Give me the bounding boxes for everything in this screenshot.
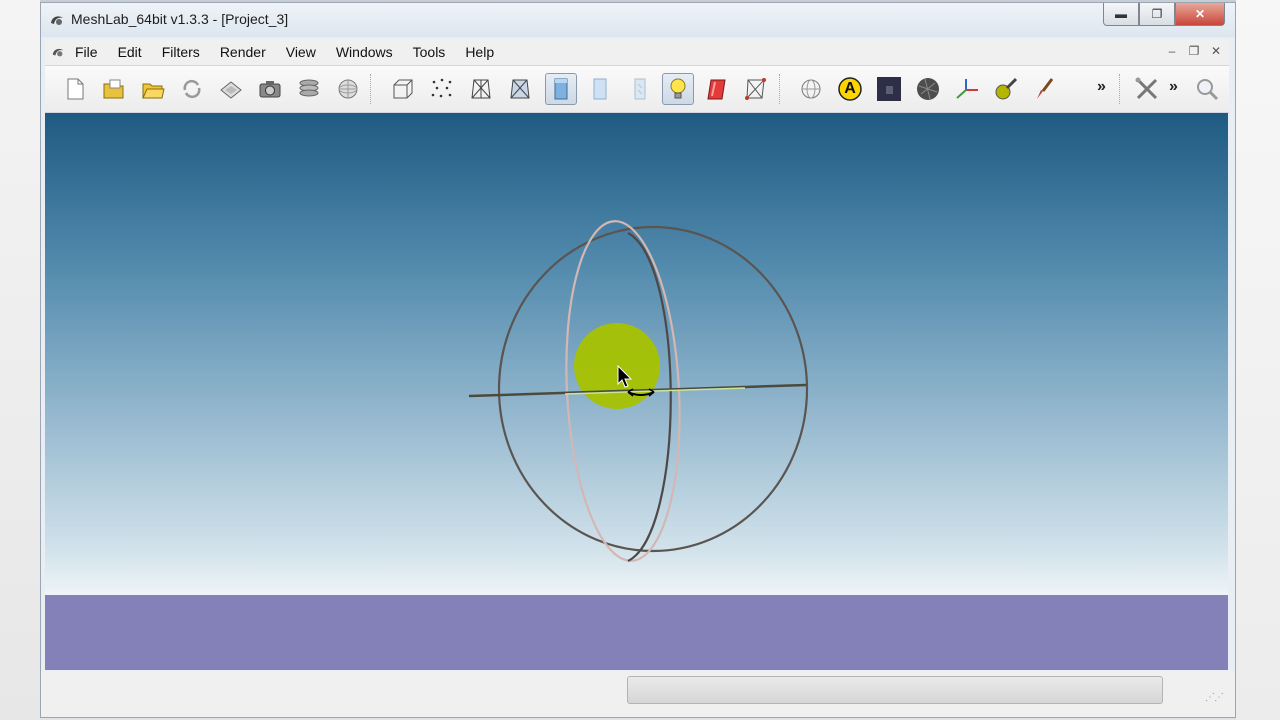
search-icon bbox=[1197, 79, 1219, 101]
window-controls: ▬ ❐ ✕ bbox=[1103, 3, 1225, 26]
meshlab-window: MeshLab_64bit v1.3.3 - [Project_3] ▬ ❐ ✕… bbox=[40, 2, 1236, 718]
minimize-button[interactable]: ▬ bbox=[1103, 3, 1139, 26]
open-mesh-button[interactable] bbox=[98, 73, 130, 105]
main-toolbar: A » » bbox=[45, 66, 1229, 113]
document-window-controls: – ❐ ✕ bbox=[1163, 42, 1225, 60]
title-bar[interactable]: MeshLab_64bit v1.3.3 - [Project_3] ▬ ❐ ✕ bbox=[41, 3, 1235, 37]
sphere-grid-icon bbox=[338, 79, 358, 99]
dark-image-button[interactable] bbox=[873, 73, 905, 105]
doc-close-button[interactable]: ✕ bbox=[1207, 42, 1225, 60]
texture-button[interactable] bbox=[623, 73, 655, 105]
layers-icon bbox=[299, 79, 319, 97]
axis-button[interactable] bbox=[951, 73, 983, 105]
sphere-grid-button[interactable] bbox=[332, 73, 364, 105]
color-button[interactable] bbox=[701, 73, 733, 105]
points-button[interactable] bbox=[426, 73, 458, 105]
resize-grip-icon[interactable]: ⋰⋰ bbox=[1205, 692, 1224, 703]
trackball-gizmo[interactable] bbox=[45, 113, 1228, 595]
reload-button[interactable] bbox=[176, 73, 208, 105]
window-title: MeshLab_64bit v1.3.3 - [Project_3] bbox=[71, 11, 289, 27]
menu-tools[interactable]: Tools bbox=[403, 39, 456, 65]
textured-sphere-icon bbox=[917, 78, 939, 100]
toolbar-overflow-button-2[interactable]: » bbox=[1169, 78, 1178, 96]
trackball-icon bbox=[801, 79, 821, 99]
vertex-select-button[interactable] bbox=[740, 73, 772, 105]
export-icon bbox=[220, 81, 242, 99]
desktop-background-right bbox=[1236, 0, 1280, 720]
smooth-shading-button[interactable] bbox=[584, 73, 616, 105]
snapshot-button[interactable] bbox=[254, 73, 286, 105]
progress-bar bbox=[627, 676, 1163, 704]
close-button[interactable]: ✕ bbox=[1175, 3, 1225, 26]
paint-button[interactable] bbox=[990, 73, 1022, 105]
trackball-center bbox=[574, 323, 660, 409]
textured-sphere-button[interactable] bbox=[912, 73, 944, 105]
menu-windows[interactable]: Windows bbox=[326, 39, 403, 65]
search-button[interactable] bbox=[1191, 73, 1223, 105]
paint-icon bbox=[995, 77, 1018, 100]
wireframe-button[interactable] bbox=[465, 73, 497, 105]
maximize-button[interactable]: ❐ bbox=[1139, 3, 1175, 26]
desktop-background-left bbox=[0, 0, 40, 720]
light-button[interactable] bbox=[662, 73, 694, 105]
light-icon bbox=[670, 78, 686, 99]
texture-icon bbox=[634, 78, 646, 100]
menu-help[interactable]: Help bbox=[455, 39, 504, 65]
new-project-button[interactable] bbox=[59, 73, 91, 105]
trackball-button[interactable] bbox=[795, 73, 827, 105]
open-folder-icon bbox=[142, 83, 165, 99]
dark-image-icon bbox=[877, 77, 901, 101]
hidden-lines-icon bbox=[510, 79, 530, 99]
viewport-floor-band bbox=[45, 595, 1228, 670]
menu-filters[interactable]: Filters bbox=[152, 39, 210, 65]
reload-icon bbox=[183, 79, 201, 99]
annotation-button[interactable]: A bbox=[834, 73, 866, 105]
snapshot-icon bbox=[259, 81, 281, 98]
points-icon bbox=[431, 78, 452, 98]
3d-viewport[interactable] bbox=[45, 113, 1228, 595]
doc-restore-button[interactable]: ❐ bbox=[1185, 42, 1203, 60]
vertex-select-icon bbox=[745, 78, 766, 100]
menu-render[interactable]: Render bbox=[210, 39, 276, 65]
meshlab-app-icon bbox=[51, 16, 63, 25]
status-bar: ⋰⋰ bbox=[41, 671, 1235, 717]
tools-icon bbox=[1135, 77, 1158, 100]
open-mesh-icon bbox=[103, 79, 124, 99]
brush-button[interactable] bbox=[1029, 73, 1061, 105]
new-project-icon bbox=[67, 78, 84, 100]
wireframe-icon bbox=[471, 79, 491, 99]
export-mesh-button[interactable] bbox=[215, 73, 247, 105]
axis-icon bbox=[956, 79, 978, 99]
bounding-box-button[interactable] bbox=[387, 73, 419, 105]
flat-icon bbox=[554, 78, 568, 100]
menu-edit[interactable]: Edit bbox=[108, 39, 152, 65]
toolbar-separator bbox=[1119, 74, 1122, 104]
color-icon bbox=[707, 79, 726, 100]
menu-view[interactable]: View bbox=[276, 39, 326, 65]
layers-button[interactable] bbox=[293, 73, 325, 105]
document-icon[interactable] bbox=[51, 45, 65, 59]
bounding-box-icon bbox=[393, 79, 413, 99]
brush-icon bbox=[1037, 78, 1054, 99]
smooth-icon bbox=[593, 78, 607, 100]
toolbar-separator bbox=[370, 74, 373, 104]
doc-minimize-button[interactable]: – bbox=[1163, 42, 1181, 60]
annotation-letter: A bbox=[844, 80, 856, 97]
open-project-button[interactable] bbox=[137, 73, 169, 105]
menu-bar: File Edit Filters Render View Windows To… bbox=[45, 39, 1229, 66]
hidden-lines-button[interactable] bbox=[504, 73, 536, 105]
menu-file[interactable]: File bbox=[65, 39, 108, 65]
flat-shading-button[interactable] bbox=[545, 73, 577, 105]
tools-button[interactable] bbox=[1131, 73, 1163, 105]
toolbar-separator bbox=[779, 74, 782, 104]
toolbar-overflow-button[interactable]: » bbox=[1097, 78, 1106, 96]
